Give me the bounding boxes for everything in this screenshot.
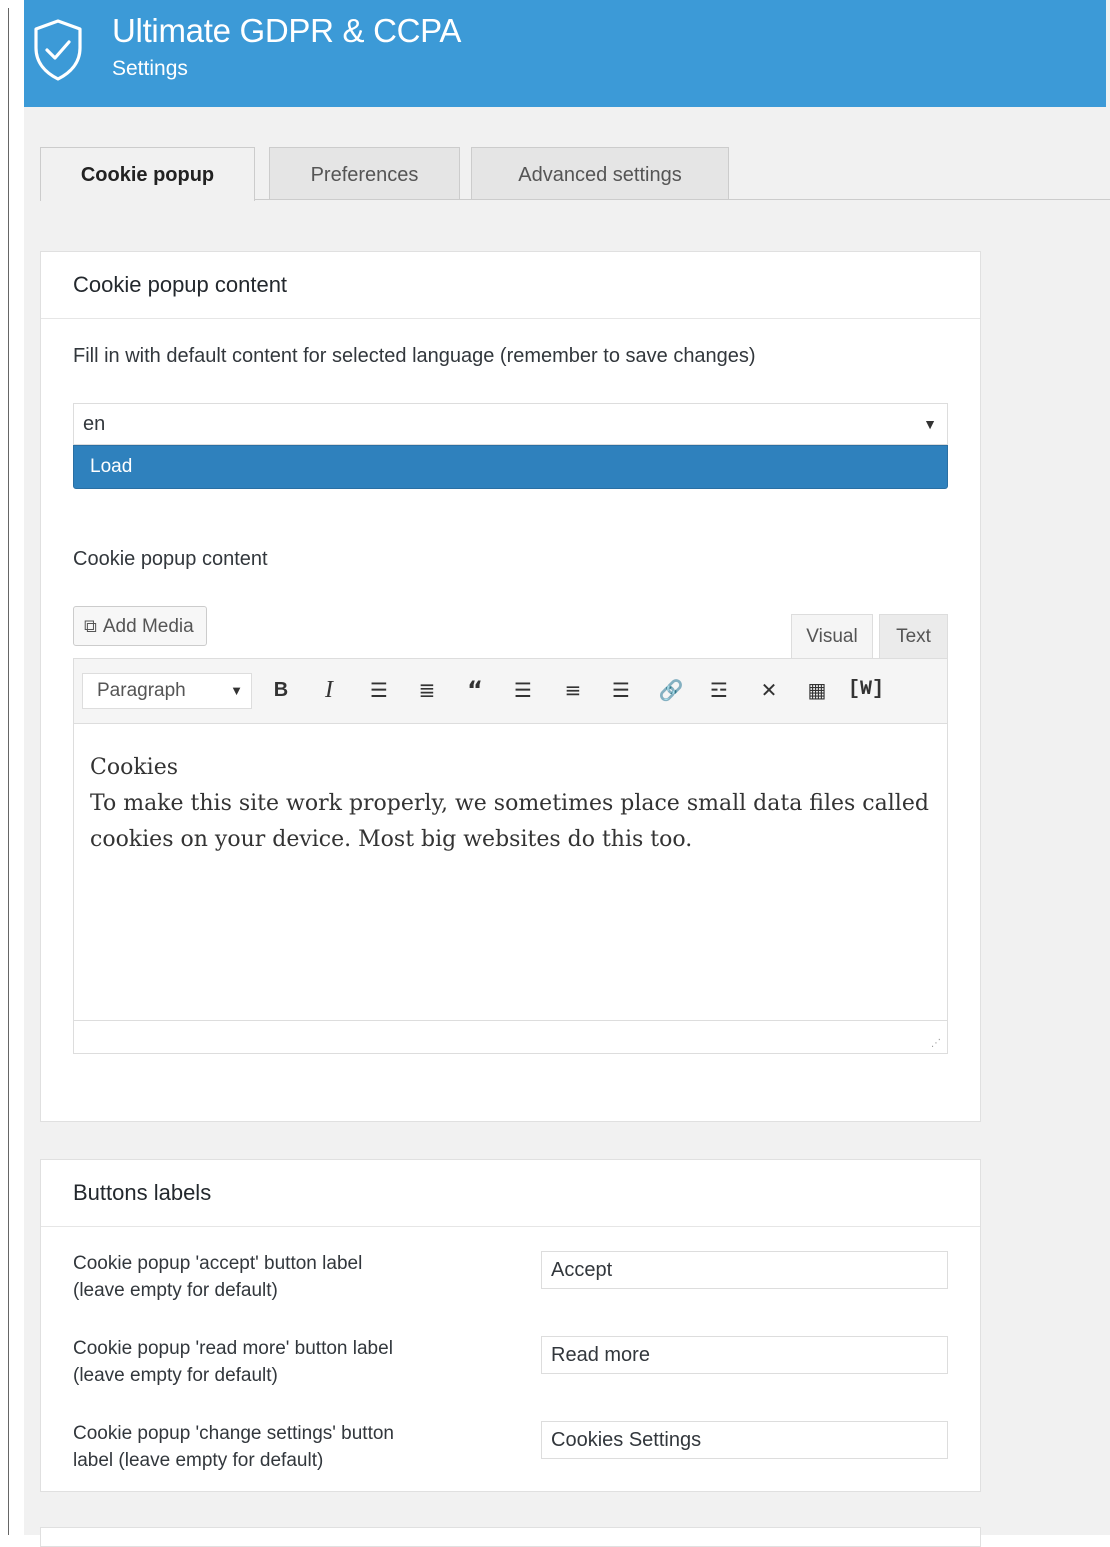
label-line: Cookie popup 'accept' button label — [73, 1253, 363, 1274]
label-line: label (leave empty for default) — [73, 1450, 324, 1471]
app-title: Ultimate GDPR & CCPA — [112, 12, 462, 49]
language-select[interactable]: en ▼ — [73, 403, 948, 445]
format-select-value: Paragraph — [97, 680, 186, 701]
cookie-popup-content-panel: Cookie popup content Fill in with defaul… — [40, 251, 981, 1122]
format-select[interactable]: Paragraph ▼ — [82, 673, 252, 709]
add-media-label: Add Media — [102, 616, 194, 637]
label-line: Cookie popup 'read more' button label — [73, 1338, 393, 1359]
change-settings-label: Cookie popup 'change settings' button la… — [73, 1420, 483, 1474]
blockquote-icon[interactable]: “ — [460, 675, 490, 705]
shortcode-icon[interactable]: [W] — [848, 675, 884, 705]
label-line: Cookie popup 'change settings' button — [73, 1423, 394, 1444]
app-subtitle: Settings — [112, 57, 188, 80]
next-panel — [40, 1527, 981, 1547]
numbered-list-icon[interactable]: ≣ — [412, 675, 442, 705]
media-icon: ⧉ — [84, 616, 97, 636]
editor-toolbar: Paragraph ▼ B I ☰ ≣ “ ☰ ≡ ☰ 🔗 ☲ ✕ ▦ [W] — [74, 659, 947, 724]
align-left-icon[interactable]: ☰ — [508, 675, 538, 705]
tab-cookie-popup[interactable]: Cookie popup — [40, 147, 255, 201]
tab-visual[interactable]: Visual — [791, 614, 873, 658]
tab-advanced-settings[interactable]: Advanced settings — [471, 147, 729, 199]
tab-preferences[interactable]: Preferences — [269, 147, 460, 199]
buttons-labels-panel: Buttons labels Cookie popup 'accept' but… — [40, 1159, 981, 1492]
content-body: To make this site work properly, we some… — [90, 791, 929, 852]
settings-page: Ultimate GDPR & CCPA Settings Cookie pop… — [24, 0, 1110, 1547]
accept-label: Cookie popup 'accept' button label (leav… — [73, 1250, 483, 1304]
accept-label-field[interactable]: Accept — [541, 1251, 948, 1289]
align-right-icon[interactable]: ☰ — [606, 675, 636, 705]
left-border — [8, 8, 9, 1535]
load-button[interactable]: Load — [73, 445, 948, 489]
bullet-list-icon[interactable]: ☰ — [364, 675, 394, 705]
label-line: (leave empty for default) — [73, 1365, 278, 1386]
chevron-down-icon: ▼ — [230, 683, 243, 698]
editor-content[interactable]: Cookies To make this site work properly,… — [74, 724, 947, 1020]
resize-handle-icon[interactable]: ⋰ — [931, 1038, 941, 1049]
panel-heading: Buttons labels — [41, 1160, 980, 1227]
read-more-label-field[interactable]: Read more — [541, 1336, 948, 1374]
tab-text[interactable]: Text — [879, 614, 948, 658]
fullscreen-icon[interactable]: ✕ — [754, 675, 784, 705]
fill-default-hint: Fill in with default content for selecte… — [73, 345, 756, 367]
editor-statusbar: ⋰ — [74, 1020, 947, 1053]
editor-label: Cookie popup content — [73, 548, 268, 570]
rich-text-editor: Paragraph ▼ B I ☰ ≣ “ ☰ ≡ ☰ 🔗 ☲ ✕ ▦ [W] … — [73, 658, 948, 1054]
add-media-button[interactable]: ⧉ Add Media — [73, 606, 207, 646]
bold-icon[interactable]: B — [266, 675, 296, 705]
panel-heading: Cookie popup content — [41, 252, 980, 319]
italic-icon[interactable]: I — [314, 675, 344, 705]
shield-check-icon — [34, 19, 82, 81]
app-header: Ultimate GDPR & CCPA Settings — [24, 0, 1106, 107]
change-settings-label-field[interactable]: Cookies Settings — [541, 1421, 948, 1459]
language-select-value: en — [83, 413, 106, 435]
align-center-icon[interactable]: ≡ — [558, 675, 588, 705]
chevron-down-icon: ▼ — [923, 416, 937, 432]
link-icon[interactable]: 🔗 — [656, 675, 686, 705]
read-more-label: Cookie popup 'read more' button label (l… — [73, 1335, 483, 1389]
label-line: (leave empty for default) — [73, 1280, 278, 1301]
content-title: Cookies — [90, 755, 178, 780]
toolbar-toggle-icon[interactable]: ▦ — [802, 675, 832, 705]
read-more-icon[interactable]: ☲ — [704, 675, 734, 705]
